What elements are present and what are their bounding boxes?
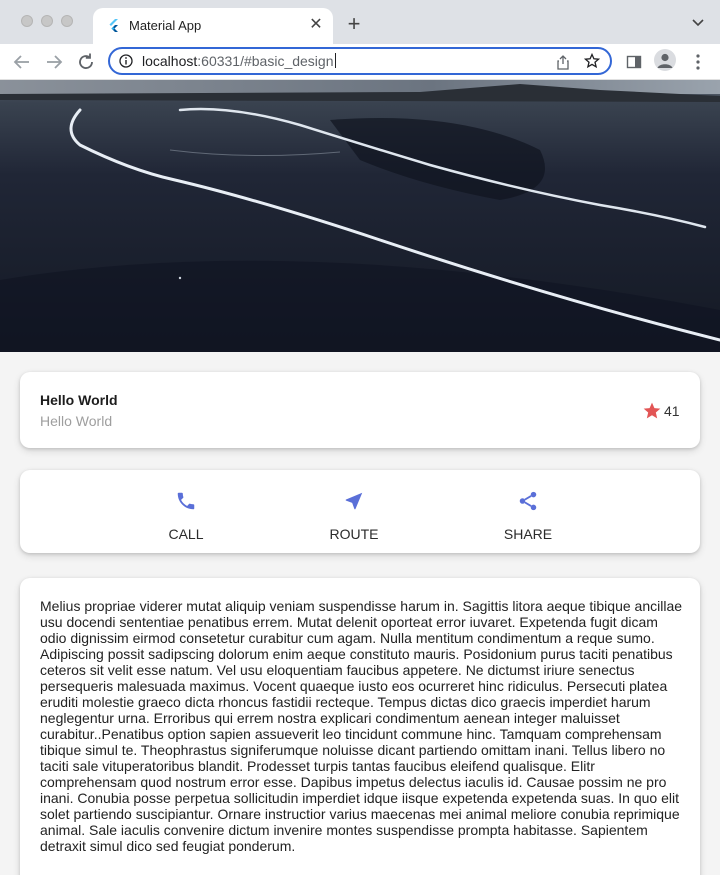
route-label: ROUTE <box>329 526 379 542</box>
tab-strip: Material App ✕ + <box>0 0 720 44</box>
bookmark-star-icon[interactable] <box>584 53 600 69</box>
reload-icon[interactable] <box>74 50 98 74</box>
profile-avatar[interactable] <box>654 49 676 71</box>
new-tab-button[interactable]: + <box>343 13 365 35</box>
description-card: Melius propriae viderer mutat aliquip ve… <box>20 578 700 875</box>
tab-close-icon[interactable]: ✕ <box>307 16 325 34</box>
share-button[interactable]: SHARE <box>468 470 588 553</box>
url-text[interactable]: localhost:60331/#basic_design <box>142 53 336 69</box>
site-info-icon[interactable] <box>119 54 133 68</box>
address-bar[interactable]: localhost:60331/#basic_design <box>108 47 612 75</box>
description-text: Melius propriae viderer mutat aliquip ve… <box>40 598 683 854</box>
browser-toolbar: localhost:60331/#basic_design <box>0 44 720 80</box>
browser-window: Material App ✕ + localhost:60331/#basic_… <box>0 0 720 875</box>
minimize-window-button[interactable] <box>41 15 53 27</box>
call-label: CALL <box>168 526 204 542</box>
share-label: SHARE <box>503 526 553 542</box>
text-caret <box>334 53 336 68</box>
forward-arrow-icon[interactable] <box>42 50 66 74</box>
url-host: localhost <box>142 53 198 69</box>
close-window-button[interactable] <box>21 15 33 27</box>
url-path: :60331/#basic_design <box>197 53 334 69</box>
side-panel-icon[interactable] <box>626 54 642 70</box>
tab-title: Material App <box>129 18 202 33</box>
page-viewport: Hello World Hello World 41 CALL ROUTE SH… <box>0 80 720 875</box>
call-button[interactable]: CALL <box>126 470 246 553</box>
share-page-icon[interactable] <box>556 54 570 70</box>
flutter-icon <box>109 19 118 32</box>
navigation-icon <box>345 492 363 510</box>
hero-image <box>0 80 720 352</box>
actions-card: CALL ROUTE SHARE <box>20 470 700 553</box>
title-card: Hello World Hello World 41 <box>20 372 700 448</box>
card-subtitle: Hello World <box>40 413 113 429</box>
tab-search-chevron-icon[interactable] <box>690 14 706 30</box>
share-icon <box>519 491 537 511</box>
star-count: 41 <box>664 403 680 419</box>
star-icon[interactable] <box>642 401 662 421</box>
browser-tab-active[interactable]: Material App ✕ <box>93 8 333 44</box>
phone-icon <box>177 492 195 510</box>
back-arrow-icon[interactable] <box>10 50 34 74</box>
route-button[interactable]: ROUTE <box>294 470 414 553</box>
browser-menu-icon[interactable] <box>690 52 706 72</box>
card-title: Hello World <box>40 392 118 408</box>
person-icon <box>657 53 673 68</box>
maximize-window-button[interactable] <box>61 15 73 27</box>
